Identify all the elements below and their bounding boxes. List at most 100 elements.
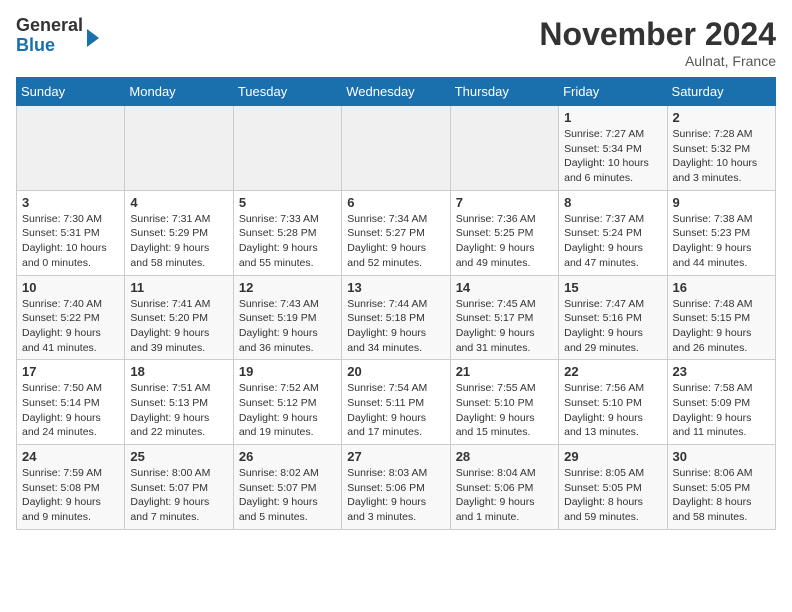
day-number: 8 (564, 195, 661, 210)
table-row: 24 Sunrise: 7:59 AMSunset: 5:08 PMDayligh… (17, 445, 125, 530)
logo-arrow-icon (87, 29, 99, 47)
day-number: 1 (564, 110, 661, 125)
day-info: Sunrise: 7:52 AMSunset: 5:12 PMDaylight:… (239, 381, 336, 440)
day-info: Sunrise: 7:41 AMSunset: 5:20 PMDaylight:… (130, 297, 227, 356)
table-row: 27Sunrise: 8:03 AMSunset: 5:06 PMDayligh… (342, 445, 450, 530)
day-info: Sunrise: 7:48 AMSunset: 5:15 PMDaylight:… (673, 297, 770, 356)
table-row: 14 Sunrise: 7:45 AMSunset: 5:17 PMDayligh… (450, 275, 558, 360)
day-info: Sunrise: 7:37 AMSunset: 5:24 PMDaylight:… (564, 212, 661, 271)
day-number: 20 (347, 364, 444, 379)
day-number: 6 (347, 195, 444, 210)
day-info: Sunrise: 7:27 AMSunset: 5:34 PMDaylight:… (564, 127, 661, 186)
day-number: 2 (673, 110, 770, 125)
day-number: 3 (22, 195, 119, 210)
day-number: 29 (564, 449, 661, 464)
header-friday: Friday (559, 78, 667, 106)
table-row: 23Sunrise: 7:58 AMSunset: 5:09 PMDayligh… (667, 360, 775, 445)
table-row: 18 Sunrise: 7:51 AMSunset: 5:13 PMDayligh… (125, 360, 233, 445)
day-info: Sunrise: 7:44 AMSunset: 5:18 PMDaylight:… (347, 297, 444, 356)
header-sunday: Sunday (17, 78, 125, 106)
table-row: 17 Sunrise: 7:50 AMSunset: 5:14 PMDayligh… (17, 360, 125, 445)
day-info: Sunrise: 7:28 AMSunset: 5:32 PMDaylight:… (673, 127, 770, 186)
day-number: 11 (130, 280, 227, 295)
header-tuesday: Tuesday (233, 78, 341, 106)
day-info: Sunrise: 7:58 AMSunset: 5:09 PMDaylight:… (673, 381, 770, 440)
day-info: Sunrise: 7:54 AMSunset: 5:11 PMDaylight:… (347, 381, 444, 440)
day-number: 9 (673, 195, 770, 210)
table-row: 2 Sunrise: 7:28 AMSunset: 5:32 PMDaylight… (667, 106, 775, 191)
day-info: Sunrise: 7:47 AMSunset: 5:16 PMDaylight:… (564, 297, 661, 356)
day-number: 10 (22, 280, 119, 295)
day-number: 15 (564, 280, 661, 295)
day-number: 24 (22, 449, 119, 464)
day-info: Sunrise: 7:56 AMSunset: 5:10 PMDaylight:… (564, 381, 661, 440)
day-info: Sunrise: 8:06 AMSunset: 5:05 PMDaylight:… (673, 466, 770, 525)
logo: General Blue (16, 16, 99, 56)
day-info: Sunrise: 7:38 AMSunset: 5:23 PMDaylight:… (673, 212, 770, 271)
table-row (450, 106, 558, 191)
day-info: Sunrise: 7:43 AMSunset: 5:19 PMDaylight:… (239, 297, 336, 356)
day-info: Sunrise: 8:04 AMSunset: 5:06 PMDaylight:… (456, 466, 553, 525)
day-info: Sunrise: 7:50 AMSunset: 5:14 PMDaylight:… (22, 381, 119, 440)
table-row: 1 Sunrise: 7:27 AMSunset: 5:34 PMDaylight… (559, 106, 667, 191)
day-number: 18 (130, 364, 227, 379)
day-number: 22 (564, 364, 661, 379)
day-number: 19 (239, 364, 336, 379)
table-row: 15 Sunrise: 7:47 AMSunset: 5:16 PMDayligh… (559, 275, 667, 360)
calendar-week-row: 1 Sunrise: 7:27 AMSunset: 5:34 PMDaylight… (17, 106, 776, 191)
day-info: Sunrise: 7:40 AMSunset: 5:22 PMDaylight:… (22, 297, 119, 356)
day-info: Sunrise: 7:36 AMSunset: 5:25 PMDaylight:… (456, 212, 553, 271)
table-row (17, 106, 125, 191)
table-row: 12 Sunrise: 7:43 AMSunset: 5:19 PMDayligh… (233, 275, 341, 360)
day-info: Sunrise: 7:33 AMSunset: 5:28 PMDaylight:… (239, 212, 336, 271)
table-row: 13Sunrise: 7:44 AMSunset: 5:18 PMDayligh… (342, 275, 450, 360)
page-header: General Blue November 2024 Aulnat, Franc… (16, 16, 776, 69)
day-number: 14 (456, 280, 553, 295)
calendar-header-row: Sunday Monday Tuesday Wednesday Thursday… (17, 78, 776, 106)
calendar-week-row: 17 Sunrise: 7:50 AMSunset: 5:14 PMDayligh… (17, 360, 776, 445)
table-row: 30 Sunrise: 8:06 AMSunset: 5:05 PMDayligh… (667, 445, 775, 530)
table-row: 5 Sunrise: 7:33 AMSunset: 5:28 PMDaylight… (233, 190, 341, 275)
calendar-week-row: 10 Sunrise: 7:40 AMSunset: 5:22 PMDayligh… (17, 275, 776, 360)
table-row: 25 Sunrise: 8:00 AMSunset: 5:07 PMDayligh… (125, 445, 233, 530)
day-number: 25 (130, 449, 227, 464)
day-number: 7 (456, 195, 553, 210)
table-row: 11 Sunrise: 7:41 AMSunset: 5:20 PMDayligh… (125, 275, 233, 360)
day-number: 16 (673, 280, 770, 295)
day-info: Sunrise: 7:30 AMSunset: 5:31 PMDaylight:… (22, 212, 119, 271)
table-row: 29 Sunrise: 8:05 AMSunset: 5:05 PMDayligh… (559, 445, 667, 530)
day-info: Sunrise: 7:45 AMSunset: 5:17 PMDaylight:… (456, 297, 553, 356)
header-saturday: Saturday (667, 78, 775, 106)
location: Aulnat, France (539, 53, 776, 69)
table-row: 6Sunrise: 7:34 AMSunset: 5:27 PMDaylight… (342, 190, 450, 275)
day-number: 5 (239, 195, 336, 210)
title-block: November 2024 Aulnat, France (539, 16, 776, 69)
day-info: Sunrise: 8:03 AMSunset: 5:06 PMDaylight:… (347, 466, 444, 525)
day-number: 17 (22, 364, 119, 379)
day-number: 30 (673, 449, 770, 464)
day-info: Sunrise: 8:05 AMSunset: 5:05 PMDaylight:… (564, 466, 661, 525)
month-title: November 2024 (539, 16, 776, 53)
header-monday: Monday (125, 78, 233, 106)
day-info: Sunrise: 8:00 AMSunset: 5:07 PMDaylight:… (130, 466, 227, 525)
logo-general: General (16, 16, 83, 36)
day-info: Sunrise: 7:59 AMSunset: 5:08 PMDaylight:… (22, 466, 119, 525)
day-info: Sunrise: 7:55 AMSunset: 5:10 PMDaylight:… (456, 381, 553, 440)
calendar-week-row: 24 Sunrise: 7:59 AMSunset: 5:08 PMDayligh… (17, 445, 776, 530)
table-row: 3 Sunrise: 7:30 AMSunset: 5:31 PMDaylight… (17, 190, 125, 275)
table-row: 22 Sunrise: 7:56 AMSunset: 5:10 PMDayligh… (559, 360, 667, 445)
table-row: 8 Sunrise: 7:37 AMSunset: 5:24 PMDaylight… (559, 190, 667, 275)
day-info: Sunrise: 7:31 AMSunset: 5:29 PMDaylight:… (130, 212, 227, 271)
header-wednesday: Wednesday (342, 78, 450, 106)
table-row (233, 106, 341, 191)
table-row: 20 Sunrise: 7:54 AMSunset: 5:11 PMDayligh… (342, 360, 450, 445)
table-row: 7 Sunrise: 7:36 AMSunset: 5:25 PMDaylight… (450, 190, 558, 275)
header-thursday: Thursday (450, 78, 558, 106)
calendar-week-row: 3 Sunrise: 7:30 AMSunset: 5:31 PMDaylight… (17, 190, 776, 275)
day-info: Sunrise: 7:51 AMSunset: 5:13 PMDaylight:… (130, 381, 227, 440)
table-row: 28 Sunrise: 8:04 AMSunset: 5:06 PMDayligh… (450, 445, 558, 530)
day-number: 12 (239, 280, 336, 295)
day-number: 28 (456, 449, 553, 464)
table-row: 21Sunrise: 7:55 AMSunset: 5:10 PMDayligh… (450, 360, 558, 445)
day-info: Sunrise: 8:02 AMSunset: 5:07 PMDaylight:… (239, 466, 336, 525)
